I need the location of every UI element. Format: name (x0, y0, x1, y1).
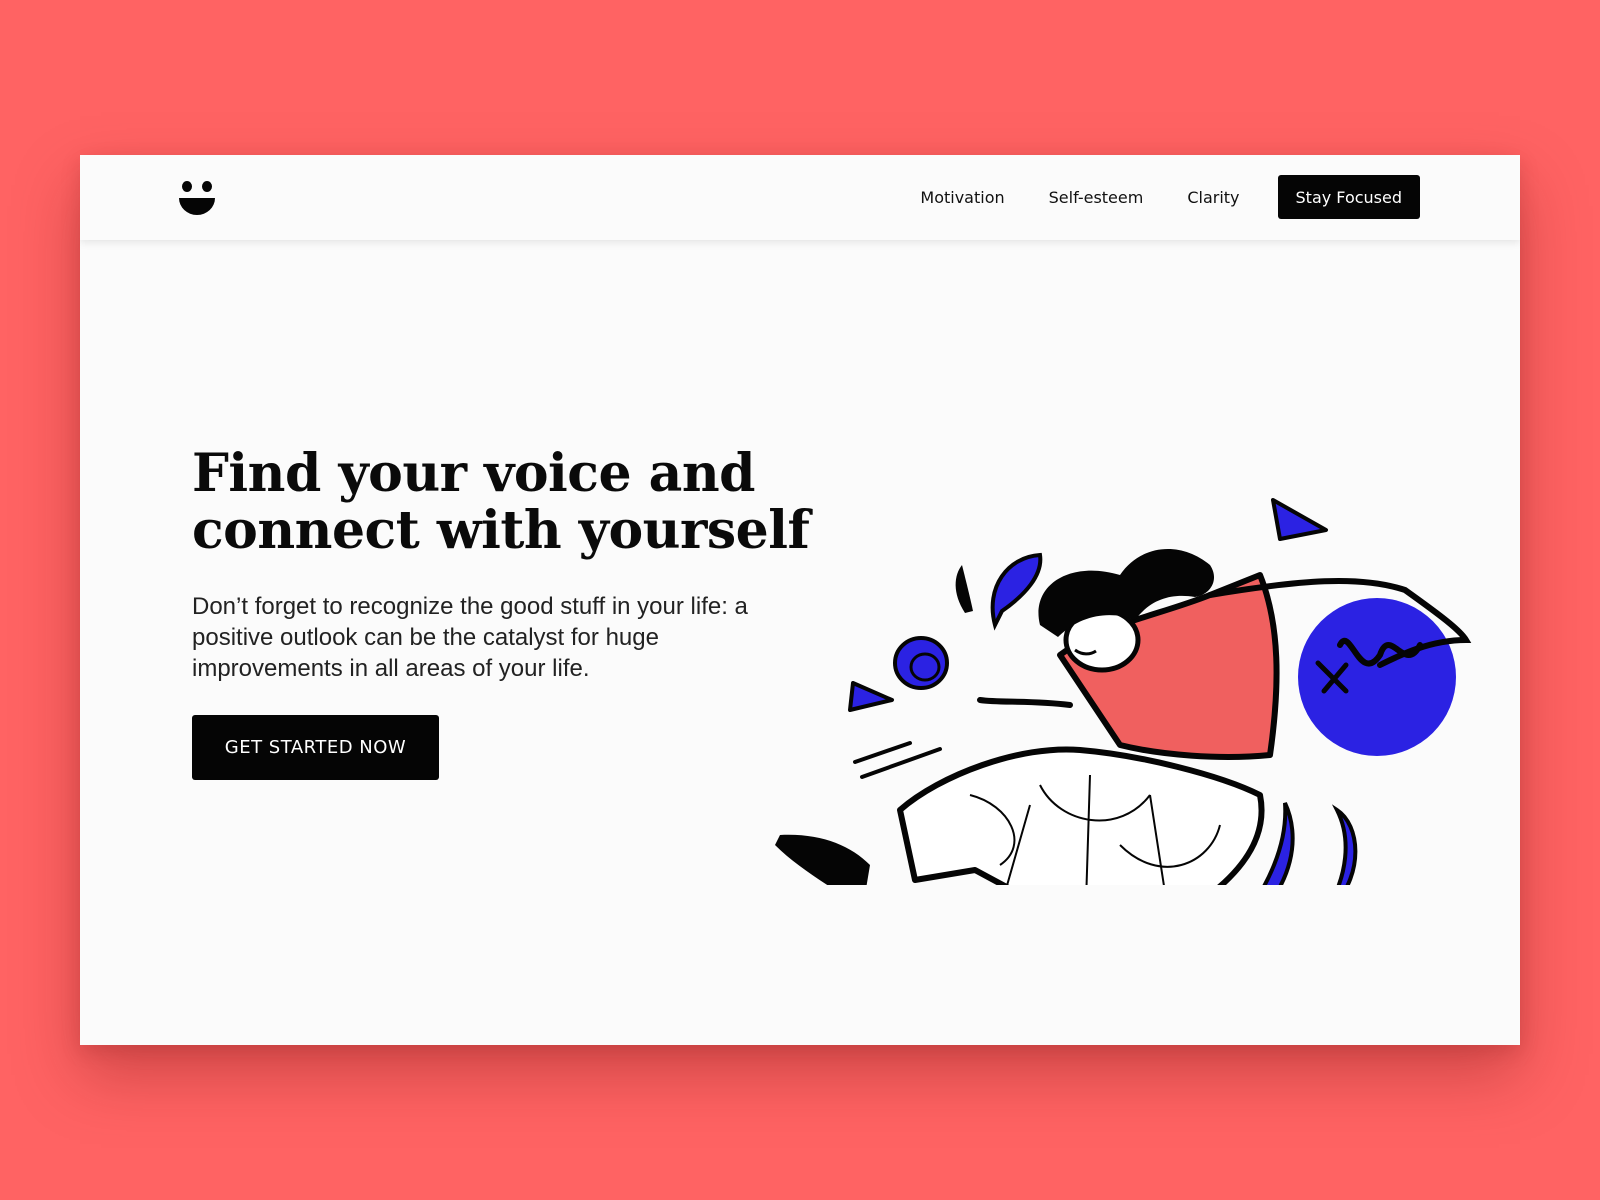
nav-link-self-esteem[interactable]: Self-esteem (1049, 188, 1144, 207)
get-started-button[interactable]: GET STARTED NOW (192, 715, 439, 780)
floating-woman-illustration (740, 325, 1500, 1030)
nav-link-motivation[interactable]: Motivation (920, 188, 1004, 207)
triangle-shape-left (848, 681, 894, 712)
triangle-shape-top (1271, 498, 1328, 541)
shoe-shape-back (775, 834, 870, 900)
landing-page-window: Motivation Self-esteem Clarity Stay Focu… (80, 155, 1520, 1045)
top-navbar: Motivation Self-esteem Clarity Stay Focu… (80, 155, 1520, 240)
hero-subtitle: Don’t forget to recognize the good stuff… (192, 593, 748, 682)
droplet-shape-1 (990, 552, 1043, 631)
smiley-logo-icon[interactable] (178, 181, 216, 217)
blue-ball-shape (1298, 598, 1456, 756)
stay-focused-button[interactable]: Stay Focused (1277, 175, 1420, 219)
nav-link-clarity[interactable]: Clarity (1187, 188, 1239, 207)
main-nav: Motivation Self-esteem Clarity Stay Focu… (920, 175, 1420, 219)
hero-title: Find your voice and connect with yoursel… (192, 443, 810, 561)
droplet-shape-3 (1326, 804, 1358, 907)
